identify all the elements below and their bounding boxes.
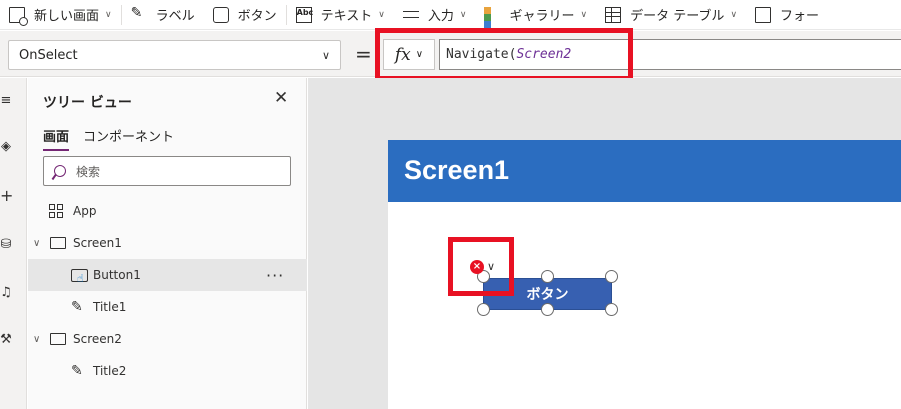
screen-header: Screen1 (388, 140, 901, 202)
tree-node-label: Button1 (93, 268, 141, 282)
equals-sign: = (355, 42, 372, 66)
tree-node-app[interactable]: App (28, 195, 307, 227)
chevron-down-icon: ∨ (580, 9, 588, 20)
tab-components[interactable]: コンポーネント (83, 126, 174, 151)
search-input[interactable]: 検索 (43, 156, 291, 186)
tree-node-screen2[interactable]: ∨ Screen2 (28, 323, 307, 355)
fx-icon: fx (394, 44, 411, 65)
search-icon (53, 164, 67, 178)
chevron-down-icon: ∨ (730, 9, 738, 20)
media-icon[interactable]: ♫ (0, 286, 12, 300)
app-screen[interactable]: Screen1 ボタン (388, 140, 901, 409)
insert-gallery-menu[interactable]: ギャラリー ∨ (475, 0, 596, 35)
tree-node-label: Screen2 (73, 332, 122, 346)
left-rail: ≡ ◈ + ⛁ ♫ ⚒ (0, 78, 27, 409)
tree-node-title1[interactable]: ✎ Title1 (28, 291, 307, 323)
tree-node-title2[interactable]: ✎ Title2 (28, 355, 307, 387)
insert-text-menu[interactable]: Abc テキスト ∨ (287, 0, 394, 30)
resize-handle[interactable] (605, 303, 618, 316)
data-icon[interactable]: ⛁ (0, 238, 12, 252)
screen-icon (50, 333, 66, 345)
formula-input[interactable]: Navigate(Screen2 (439, 39, 901, 70)
label-icon (131, 5, 147, 23)
tree-node-label: App (73, 204, 97, 218)
new-screen-button[interactable]: 新しい画面 ∨ (0, 0, 121, 30)
button-icon (71, 268, 88, 285)
tree-node-button1[interactable]: Button1 ··· (28, 259, 307, 291)
error-icon[interactable]: × (470, 260, 484, 274)
tree-tabs: 画面 コンポーネント (43, 126, 188, 151)
tools-icon[interactable]: ⚒ (0, 333, 12, 347)
insert-form-menu[interactable]: フォー (746, 0, 828, 30)
formula-function: Navigate( (446, 47, 517, 62)
insert-data-table-button[interactable]: データ テーブル ∨ (596, 0, 746, 30)
form-icon (755, 6, 772, 23)
formula-argument: Screen2 (516, 47, 572, 62)
function-button[interactable]: fx ∨ (383, 39, 435, 70)
menu-icon[interactable]: ≡ (0, 94, 12, 108)
property-value: OnSelect (19, 47, 78, 63)
chevron-down-icon[interactable]: ∨ (487, 260, 495, 273)
layers-icon[interactable]: ◈ (0, 140, 12, 154)
button-icon (212, 7, 229, 23)
tree-node-label: Title1 (93, 300, 127, 314)
chevron-down-icon: ∨ (321, 48, 330, 62)
command-bar: 新しい画面 ∨ ラベル ボタン Abc テキスト ∨ 入力 ∨ ギャラリー ∨ … (0, 0, 901, 35)
tree-view-title: ツリー ビュー (43, 95, 132, 111)
close-icon[interactable]: ✕ (274, 90, 288, 107)
app-icon (49, 204, 63, 218)
tab-screens[interactable]: 画面 (43, 126, 70, 151)
insert-input-label: 入力 (427, 9, 454, 24)
insert-plus-icon[interactable]: + (0, 188, 13, 204)
screen-title[interactable]: Screen1 (404, 155, 509, 186)
input-icon (402, 7, 419, 23)
design-canvas: Screen1 ボタン (308, 78, 901, 409)
tree-node-label: Screen1 (73, 236, 122, 250)
table-icon (605, 6, 622, 23)
tree-node-label: Title2 (93, 364, 127, 378)
tree-node-screen1[interactable]: ∨ Screen1 (28, 227, 307, 259)
insert-button-button[interactable]: ボタン (204, 0, 286, 30)
new-screen-icon (9, 6, 28, 26)
tree-view-panel: ツリー ビュー ✕ 画面 コンポーネント 検索 App ∨ Screen1 Bu… (28, 78, 307, 409)
insert-input-menu[interactable]: 入力 ∨ (394, 0, 476, 30)
property-dropdown[interactable]: OnSelect ∨ (8, 40, 341, 70)
label-icon: ✎ (71, 363, 83, 379)
chevron-down-icon: ∨ (378, 9, 385, 20)
resize-handle[interactable] (541, 303, 554, 316)
chevron-down-icon: ∨ (415, 49, 424, 60)
gallery-icon (484, 6, 500, 35)
formula-bar: OnSelect ∨ = fx ∨ Navigate(Screen2 (0, 31, 901, 77)
insert-label-text: ラベル (155, 9, 195, 24)
chevron-down-icon[interactable]: ∨ (33, 334, 40, 345)
chevron-down-icon: ∨ (105, 9, 112, 20)
insert-gallery-label: ギャラリー (509, 9, 575, 24)
search-placeholder: 検索 (76, 164, 101, 179)
insert-text-label: テキスト (320, 9, 373, 24)
text-icon: Abc (295, 6, 313, 23)
label-icon: ✎ (71, 299, 83, 315)
insert-form-label: フォー (780, 9, 820, 24)
screen-icon (50, 237, 66, 249)
resize-handle[interactable] (477, 303, 490, 316)
chevron-down-icon[interactable]: ∨ (33, 238, 40, 249)
resize-handle[interactable] (541, 270, 554, 283)
new-screen-label: 新しい画面 (34, 9, 100, 24)
insert-data-table-label: データ テーブル (630, 9, 725, 24)
chevron-down-icon: ∨ (459, 9, 467, 20)
resize-handle[interactable] (605, 270, 618, 283)
insert-label-button[interactable]: ラベル (122, 0, 204, 30)
more-options-icon[interactable]: ··· (266, 266, 284, 285)
insert-button-text: ボタン (237, 9, 277, 24)
